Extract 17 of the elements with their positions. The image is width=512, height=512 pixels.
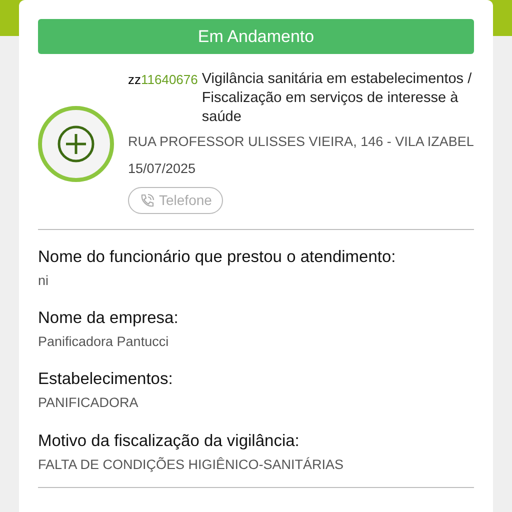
address-text: RUA PROFESSOR ULISSES VIEIRA, 146 - VILA IZABEL bbox=[128, 133, 474, 150]
field-value: Panificadora Pantucci bbox=[38, 333, 170, 351]
record-code: 11640676 bbox=[141, 72, 198, 87]
field-value: PANIFICADORA bbox=[38, 394, 140, 412]
date-text: 15/07/2025 bbox=[128, 160, 197, 178]
phone-icon bbox=[139, 192, 155, 209]
field-value: FALTA DE CONDIÇÕES HIGIÊNICO-SANITÁRIAS bbox=[38, 456, 345, 474]
field-label: Estabelecimentos: bbox=[38, 369, 174, 390]
field-label: Nome do funcionário que prestou o atendimento: bbox=[38, 246, 397, 267]
code-prefix: zz bbox=[128, 72, 141, 87]
record-title: Vigilância sanitária em estabelecimentos / Fiscalização em serviços de interesse à saúde bbox=[202, 70, 473, 127]
field-value: ni bbox=[38, 272, 50, 290]
phone-button[interactable]: Telefone bbox=[128, 187, 223, 214]
field-label: Motivo da fiscalização da vigilância: bbox=[38, 430, 300, 450]
status-button[interactable]: Em Andamento bbox=[38, 19, 474, 54]
field-label: Nome da empresa: bbox=[38, 308, 180, 328]
plus-circle-icon bbox=[56, 124, 96, 164]
